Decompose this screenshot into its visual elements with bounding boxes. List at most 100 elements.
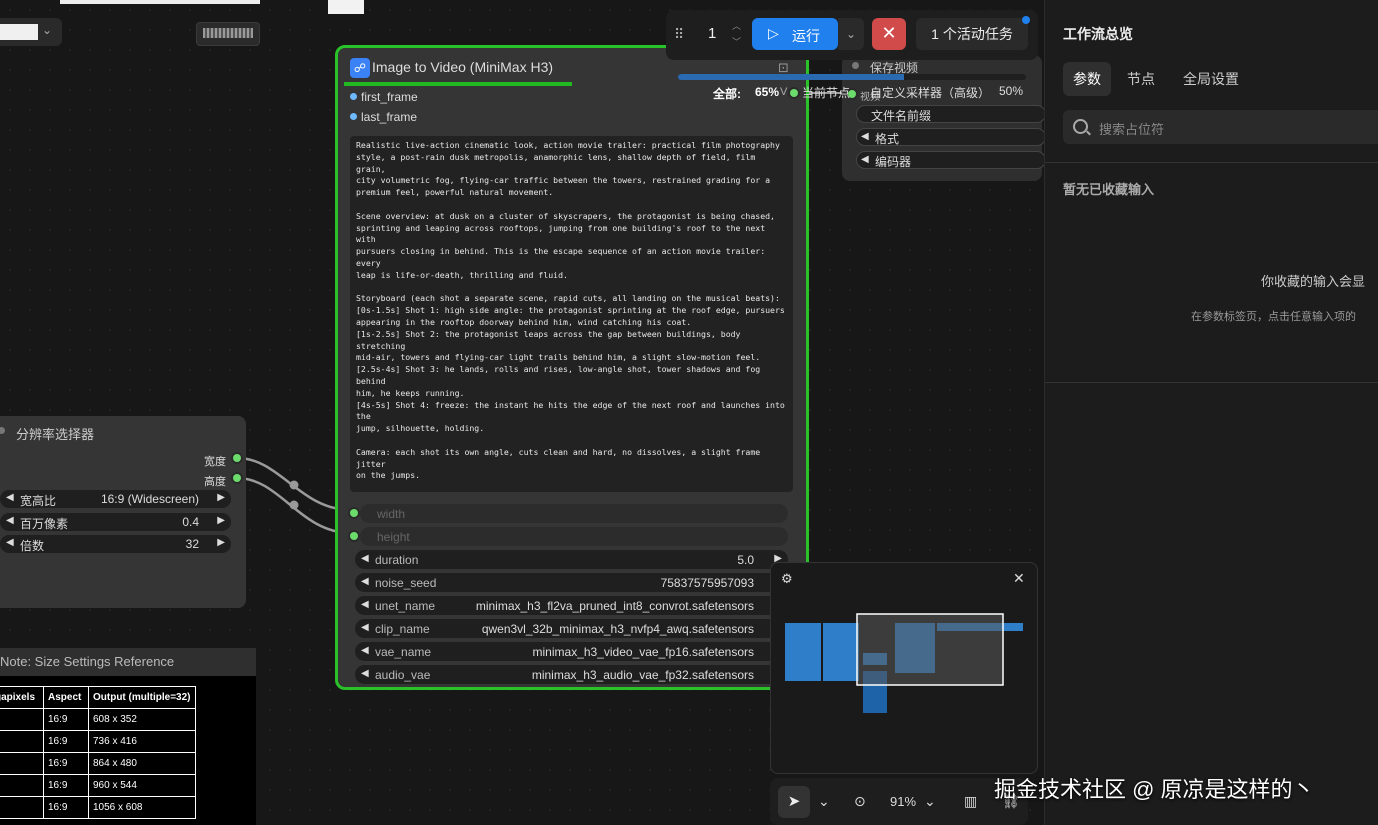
clip-name-widget[interactable]: ◀ clip_name qwen3vl_32b_minimax_h3_nvfp4… <box>355 619 788 638</box>
run-options-dropdown[interactable]: ⌄ <box>838 18 864 50</box>
aspect-ratio-widget[interactable]: ◀ 宽高比 16:9 (Widescreen) ▶ <box>0 490 231 508</box>
queue-stepper[interactable]: ︿ ﹀ <box>732 18 741 50</box>
tab-nodes[interactable]: 节点 <box>1117 62 1165 96</box>
output-port-video[interactable] <box>790 89 798 97</box>
table-row: 16:9 1056 x 608 <box>0 796 196 819</box>
fit-view-icon[interactable]: ⊙ <box>854 793 866 810</box>
minimap-node <box>785 623 821 681</box>
divider <box>1045 382 1378 383</box>
note-node-body: gapixels Aspect Output (multiple=32) 16:… <box>0 676 256 825</box>
divider <box>1045 162 1378 163</box>
link-midpoint <box>289 480 299 490</box>
unet-name-widget[interactable]: ◀ unet_name minimax_h3_fl2va_pruned_int8… <box>355 596 788 615</box>
close-icon[interactable]: ✕ <box>1013 570 1025 587</box>
input-label-last-frame: last_frame <box>361 110 418 124</box>
dropdown-value-blur <box>0 24 38 40</box>
empty-heading: 你收藏的输入会显 <box>1261 274 1366 289</box>
empty-section-title: 暂无已收藏输入 <box>1063 182 1155 197</box>
link-height <box>236 476 352 535</box>
minimap-toggle-icon[interactable]: ▥ <box>964 793 977 810</box>
chevron-down-icon[interactable]: ⌄ <box>924 793 936 810</box>
decrement-arrow-icon[interactable]: ◀ <box>361 576 369 587</box>
node-progress-bar <box>344 82 572 86</box>
queue-count-input[interactable]: 1 <box>708 25 716 42</box>
canvas-fragment-bar <box>60 0 260 4</box>
select-tool-icon[interactable]: ➤ <box>778 786 810 818</box>
current-node-name: 自定义采样器（高级） <box>870 86 991 100</box>
audio-vae-widget[interactable]: ◀ audio_vae minimax_h3_audio_vae_fp32.sa… <box>355 665 788 684</box>
run-button[interactable]: ▷ 运行 <box>752 18 838 50</box>
active-tasks-button[interactable]: 1 个活动任务 <box>916 18 1028 50</box>
node-title: 分辨率选择器 <box>16 427 95 442</box>
panel-title: 工作流总览 <box>1063 26 1133 42</box>
drag-handle-icon[interactable]: ⠿ <box>674 26 684 43</box>
megapixels-widget[interactable]: ◀ 百万像素 0.4 ▶ <box>0 513 231 531</box>
increment-arrow-icon[interactable]: ▶ <box>217 492 225 503</box>
table-row: 16:9 864 x 480 <box>0 752 196 775</box>
canvas-toolbar: ➤ ⌄ ⊙ 91% ⌄ ▥ ⛓ <box>770 778 1028 825</box>
input-port-last-frame[interactable] <box>350 113 357 120</box>
multiple-widget[interactable]: ◀ 倍数 32 ▶ <box>0 535 231 553</box>
chevron-down-icon[interactable]: ⌄ <box>818 793 830 810</box>
progress-total-value: 65% <box>755 85 780 99</box>
partial-chip <box>196 22 260 46</box>
link-width <box>236 456 352 512</box>
progress-total-label: 全部: <box>713 87 741 101</box>
table-row: 16:9 960 x 544 <box>0 774 196 797</box>
note-node-header[interactable]: Note: Size Settings Reference <box>0 648 256 676</box>
input-label-first-frame: first_frame <box>361 90 418 104</box>
output-port-height[interactable] <box>233 474 241 482</box>
search-input[interactable]: 搜索占位符 <box>1063 110 1378 144</box>
minimap[interactable]: ⚙ ✕ <box>770 562 1038 774</box>
decrement-arrow-icon[interactable]: ◀ <box>6 492 14 503</box>
increment-arrow-icon[interactable]: ▶ <box>217 537 225 548</box>
current-node-percent: 50% <box>999 84 1024 98</box>
node-type-icon: ☍ <box>350 58 370 78</box>
resolution-selector-node[interactable]: 分辨率选择器 宽度 高度 ◀ 宽高比 16:9 (Widescreen) ▶ ◀… <box>0 416 246 608</box>
tab-parameters[interactable]: 参数 <box>1063 62 1111 96</box>
decrement-arrow-icon[interactable]: ◀ <box>361 668 369 679</box>
prompt-textarea[interactable]: Realistic live-action cinematic look, ac… <box>350 136 793 492</box>
minimap-canvas <box>785 613 1023 713</box>
chevron-down-icon: ⌄ <box>42 23 53 37</box>
chevron-down-icon: ﹀ <box>732 37 742 47</box>
node-status-dot <box>852 62 859 69</box>
format-widget[interactable]: ◀ 格式 <box>856 128 1046 146</box>
minimap-settings-icon[interactable]: ⚙ <box>781 571 793 587</box>
codec-widget[interactable]: ◀ 编码器 <box>856 151 1046 169</box>
notification-dot <box>1022 16 1030 24</box>
decrement-arrow-icon[interactable]: ◀ <box>6 515 14 526</box>
decrement-arrow-icon[interactable]: ◀ <box>361 622 369 633</box>
partial-dropdown[interactable]: ⌄ <box>0 18 62 46</box>
duration-widget[interactable]: ◀ duration 5.0 ▶ <box>355 550 788 569</box>
noise-seed-widget[interactable]: ◀ noise_seed 75837575957093 <box>355 573 788 592</box>
decrement-arrow-icon[interactable]: ◀ <box>361 645 369 656</box>
image-to-video-node[interactable]: ☍ Image to Video (MiniMax H3) ⊡ first_fr… <box>335 45 809 690</box>
decrement-arrow-icon[interactable]: ◀ <box>361 599 369 610</box>
output-label-width: 宽度 <box>204 456 226 468</box>
output-label-height: 高度 <box>204 476 226 488</box>
vae-name-widget[interactable]: ◀ vae_name minimax_h3_video_vae_fp16.saf… <box>355 642 788 661</box>
input-port-height[interactable] <box>350 532 358 540</box>
link-midpoint <box>289 500 299 510</box>
cancel-run-button[interactable]: ✕ <box>872 18 906 50</box>
chevron-up-icon: ︿ <box>732 21 742 31</box>
decrement-arrow-icon: ◀ <box>861 131 869 142</box>
minimap-viewport <box>856 613 1004 686</box>
decrement-arrow-icon: ◀ <box>861 154 869 165</box>
run-toolbar: ⠿ 1 ︿ ﹀ ▷ 运行 ⌄ ✕ 1 个活动任务 <box>666 10 1038 60</box>
input-port-first-frame[interactable] <box>350 93 357 100</box>
note-title: Note: Size Settings Reference <box>0 654 175 669</box>
decrement-arrow-icon[interactable]: ◀ <box>361 553 369 564</box>
filename-prefix-widget[interactable]: 文件名前缀 <box>856 105 1046 123</box>
increment-arrow-icon[interactable]: ▶ <box>217 515 225 526</box>
table-row: 16:9 608 x 352 <box>0 708 196 731</box>
output-port-width[interactable] <box>233 454 241 462</box>
input-port-width[interactable] <box>350 509 358 517</box>
watermark: 掘金技术社区 @ 原凉是这样的丶 <box>994 777 1315 802</box>
decrement-arrow-icon[interactable]: ◀ <box>6 537 14 548</box>
play-icon: ▷ <box>768 25 779 41</box>
width-widget-converted: width <box>360 504 788 523</box>
zoom-level[interactable]: 91% <box>890 794 916 809</box>
tab-global-settings[interactable]: 全局设置 <box>1171 62 1251 96</box>
